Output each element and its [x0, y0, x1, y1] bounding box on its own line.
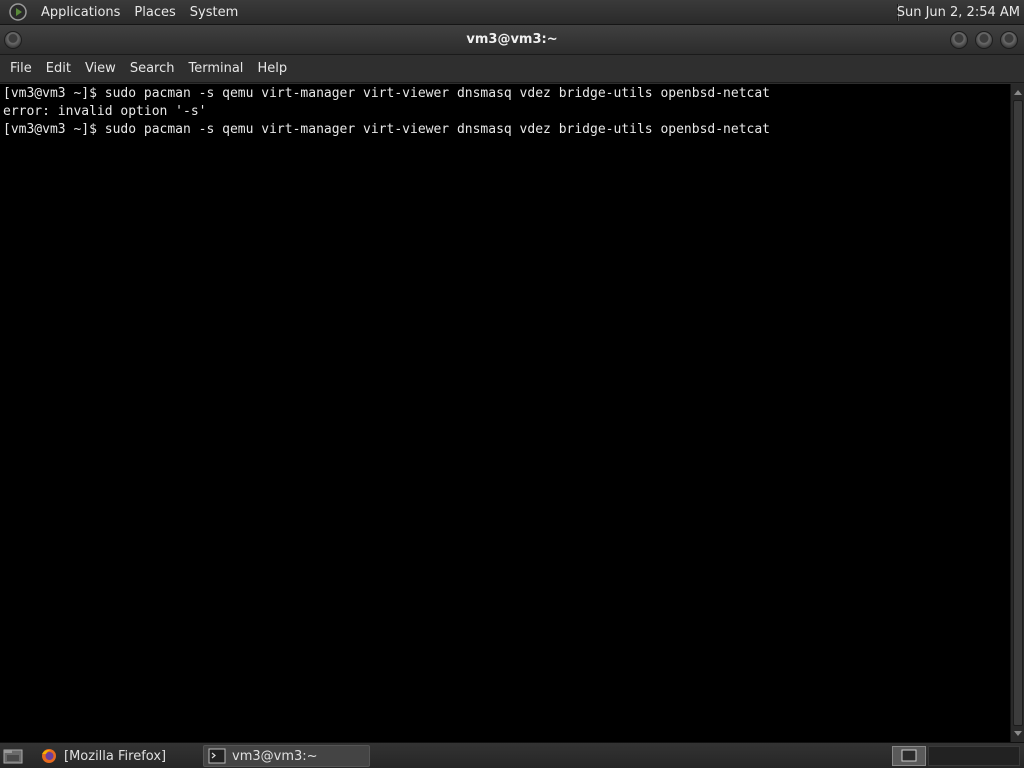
- show-desktop-icon[interactable]: [2, 746, 24, 766]
- terminal-scrollbar[interactable]: [1010, 84, 1024, 742]
- clock[interactable]: Sun Jun 2, 2:54 AM: [897, 0, 1020, 25]
- applications-menu[interactable]: Applications: [34, 0, 127, 25]
- menu-edit[interactable]: Edit: [39, 55, 78, 83]
- terminal-line: [vm3@vm3 ~]$ sudo pacman -s qemu virt-ma…: [3, 122, 771, 137]
- close-button[interactable]: [1000, 31, 1018, 49]
- terminal-line: error: invalid option '-s': [3, 104, 207, 119]
- menu-terminal[interactable]: Terminal: [181, 55, 250, 83]
- terminal-output[interactable]: [vm3@vm3 ~]$ sudo pacman -s qemu virt-ma…: [0, 84, 1010, 742]
- menu-search[interactable]: Search: [123, 55, 182, 83]
- places-menu[interactable]: Places: [127, 0, 182, 25]
- system-menu[interactable]: System: [183, 0, 245, 25]
- menu-help[interactable]: Help: [250, 55, 294, 83]
- terminal-window: vm3@vm3:~ File Edit View Search Terminal…: [0, 25, 1024, 742]
- terminal-icon: [208, 748, 226, 764]
- minimize-button[interactable]: [950, 31, 968, 49]
- firefox-icon: [40, 748, 58, 764]
- workspace-switcher-2[interactable]: [928, 746, 1020, 766]
- top-panel: Applications Places System Sun Jun 2, 2:…: [0, 0, 1024, 25]
- taskbar-firefox-label: [Mozilla Firefox]: [64, 748, 167, 764]
- taskbar-firefox[interactable]: [Mozilla Firefox]: [36, 745, 200, 767]
- menu-view[interactable]: View: [78, 55, 123, 83]
- terminal-line: [vm3@vm3 ~]$ sudo pacman -s qemu virt-ma…: [3, 86, 771, 101]
- taskbar-terminal[interactable]: vm3@vm3:~: [203, 745, 370, 767]
- terminal-menubar: File Edit View Search Terminal Help: [0, 55, 1024, 83]
- scroll-down-icon[interactable]: [1014, 731, 1022, 736]
- maximize-button[interactable]: [975, 31, 993, 49]
- scroll-up-icon[interactable]: [1014, 90, 1022, 95]
- menu-file[interactable]: File: [3, 55, 39, 83]
- bottom-panel: [Mozilla Firefox] vm3@vm3:~: [0, 742, 1024, 768]
- taskbar-terminal-label: vm3@vm3:~: [232, 748, 318, 764]
- workspace-switcher-1[interactable]: [892, 746, 926, 766]
- gnome-foot-icon[interactable]: [8, 2, 28, 22]
- scroll-thumb[interactable]: [1013, 100, 1023, 726]
- window-title: vm3@vm3:~: [466, 32, 558, 47]
- window-titlebar[interactable]: vm3@vm3:~: [0, 25, 1024, 55]
